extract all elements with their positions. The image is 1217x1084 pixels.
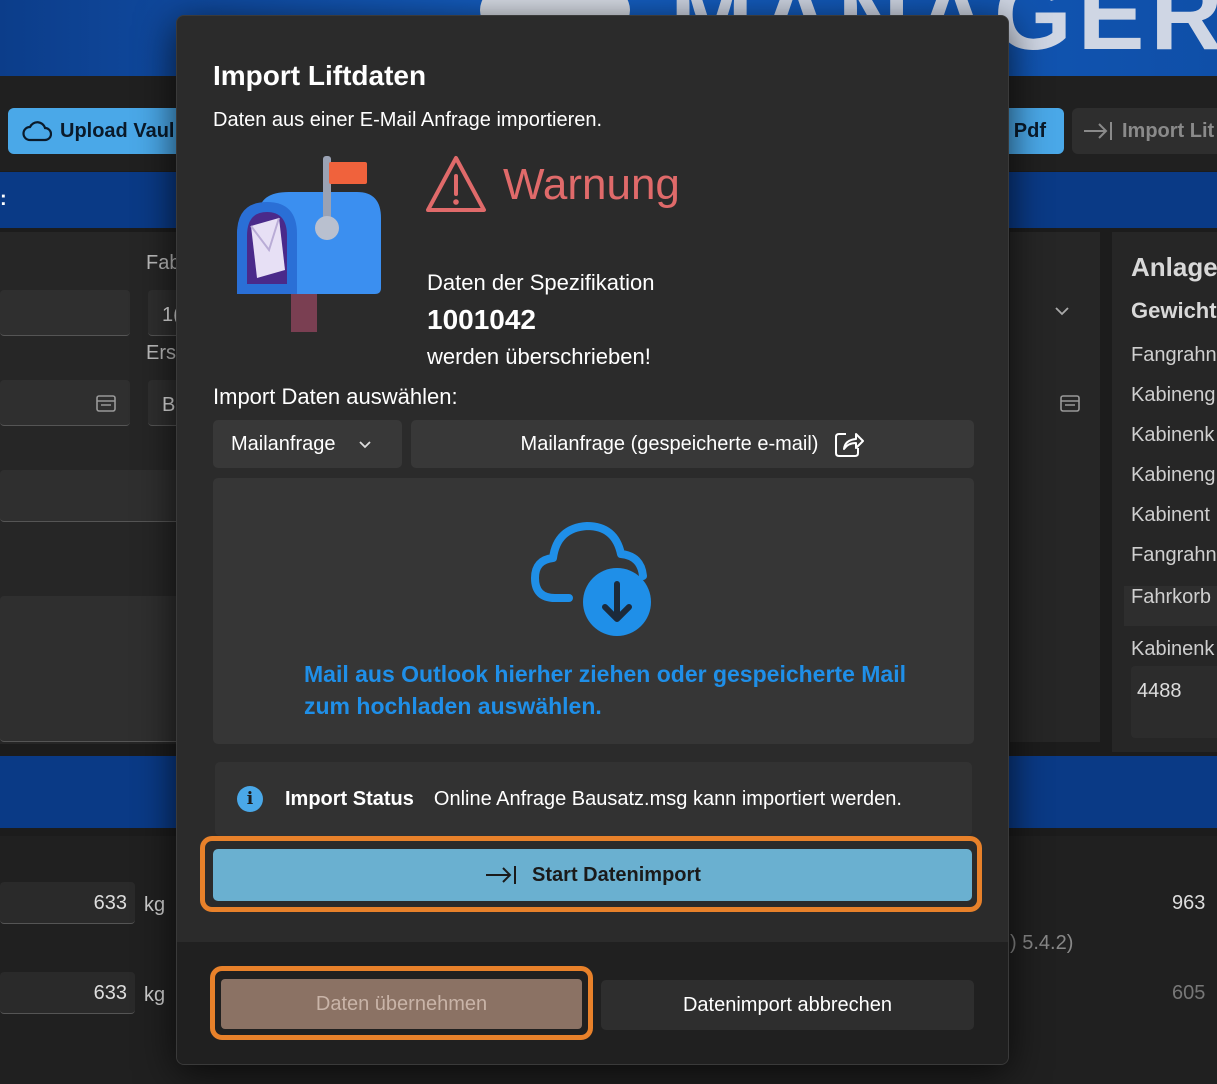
right-weight-note: ) 5.4.2) xyxy=(1010,932,1074,954)
accept-data-button[interactable]: Daten übernehmen xyxy=(221,979,582,1029)
warning-icon xyxy=(426,156,486,212)
cloud-download-icon xyxy=(531,522,651,636)
saved-mail-button[interactable]: Mailanfrage (gespeicherte e-mail) xyxy=(411,420,974,468)
spec-number: 1001042 xyxy=(427,304,537,335)
weight-field-1[interactable]: 633 xyxy=(0,882,135,924)
status-message: Online Anfrage Bausatz.msg kann importie… xyxy=(433,787,902,810)
cloud-icon xyxy=(22,121,52,142)
dropdown-value: Mailanfrage xyxy=(231,432,336,455)
right-panel-value[interactable]: 4488 xyxy=(1131,666,1217,738)
info-icon: i xyxy=(237,786,263,812)
import-status-bar: i Import Status Online Anfrage Bausatz.m… xyxy=(215,762,972,836)
right-panel-item: Kabinent xyxy=(1131,504,1210,526)
calendar-icon xyxy=(96,395,116,412)
warning-line-3: werden überschrieben! xyxy=(427,344,651,369)
right-mid-panel xyxy=(1010,232,1100,742)
import-source-dropdown[interactable]: Mailanfrage xyxy=(213,420,402,468)
unit-label: kg xyxy=(144,984,166,1006)
right-panel-item: Kabineng xyxy=(1131,464,1216,486)
right-panel-subtitle: Gewicht xyxy=(1131,298,1217,323)
right-panel-item: Fangrahn xyxy=(1131,544,1217,566)
right-weight-value-2: 605 xyxy=(1172,982,1206,1004)
right-panel-item: Kabineng xyxy=(1131,384,1216,406)
right-panel-item: Kabinenk xyxy=(1131,638,1215,660)
warning-title: Warnung xyxy=(503,160,680,209)
unit-label: kg xyxy=(144,894,166,916)
left-label-2: Ers xyxy=(146,342,176,364)
dialog-title: Import Liftdaten xyxy=(213,60,427,91)
right-panel-item: Kabinenk xyxy=(1131,424,1215,446)
import-arrow-icon xyxy=(486,866,517,884)
saved-mail-label: Mailanfrage (gespeicherte e-mail) xyxy=(520,432,819,455)
left-field-1[interactable] xyxy=(0,290,130,336)
left-field-3[interactable] xyxy=(0,470,190,522)
import-dialog: Import Liftdaten Daten aus einer E-Mail … xyxy=(176,15,1009,1065)
section-header-text: : xyxy=(0,188,7,210)
warning-line-1: Daten der Spezifikation xyxy=(427,270,655,295)
weight-field-2[interactable]: 633 xyxy=(0,972,135,1014)
calendar-icon xyxy=(1060,395,1080,412)
status-label: Import Status xyxy=(285,787,414,810)
mailbox-icon xyxy=(237,156,381,332)
upload-vault-label: Upload Vaul xyxy=(60,119,175,142)
import-lift-button[interactable]: Import Lit xyxy=(1072,108,1217,154)
chevron-down-icon xyxy=(358,440,371,448)
mail-dropzone[interactable]: Mail aus Outlook hierher ziehen oder ges… xyxy=(213,478,974,744)
start-import-label: Start Datenimport xyxy=(532,863,701,886)
select-label: Import Daten auswählen: xyxy=(213,384,458,409)
right-panel-item-selected[interactable]: Fahrkorb xyxy=(1124,586,1217,626)
import-lift-label: Import Lit xyxy=(1122,119,1215,142)
chevron-down-icon xyxy=(1055,307,1069,316)
dialog-subtitle: Daten aus einer E-Mail Anfrage importier… xyxy=(213,109,603,131)
right-panel-item: Fangrahn xyxy=(1131,344,1217,366)
right-panel-title: Anlage xyxy=(1131,252,1217,282)
right-weight-value-1: 963 xyxy=(1172,892,1206,914)
share-icon xyxy=(835,433,865,457)
left-textarea[interactable] xyxy=(0,596,190,742)
dropzone-text: Mail aus Outlook hierher ziehen oder ges… xyxy=(304,661,906,719)
start-import-button[interactable]: Start Datenimport xyxy=(213,849,972,901)
import-arrow-icon xyxy=(1084,122,1112,140)
left-date-field[interactable] xyxy=(0,380,130,426)
cancel-import-button[interactable]: Datenimport abbrechen xyxy=(601,980,974,1030)
pdf-label: Pdf xyxy=(1013,119,1046,142)
